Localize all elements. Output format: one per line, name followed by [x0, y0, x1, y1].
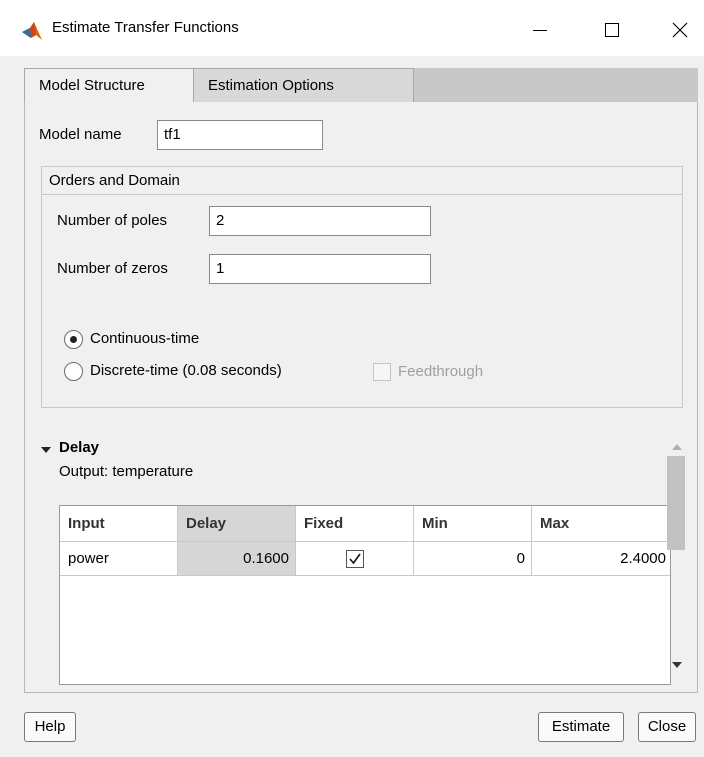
column-header-input[interactable]: Input [60, 506, 178, 542]
matlab-membrane-icon [22, 22, 42, 40]
number-of-zeros-input[interactable]: 1 [209, 254, 431, 284]
column-header-fixed[interactable]: Fixed [296, 506, 414, 542]
title-bar: Estimate Transfer Functions [0, 0, 704, 56]
maximize-icon [605, 23, 619, 37]
dialog-client-area: Model Structure Estimation Options Model… [0, 56, 704, 757]
tab-model-structure[interactable]: Model Structure [24, 68, 194, 104]
maximize-button[interactable] [592, 10, 632, 50]
number-of-zeros-label: Number of zeros [57, 260, 168, 277]
model-name-label: Model name [39, 126, 122, 143]
table-cell-fixed[interactable] [296, 542, 414, 576]
delay-section-header[interactable]: Delay [59, 439, 99, 456]
number-of-poles-label: Number of poles [57, 212, 168, 229]
orders-and-domain-group: Orders and Domain Number of poles 2 Numb… [41, 166, 683, 408]
close-window-button[interactable] [660, 10, 700, 50]
model-structure-panel: Model name tf1 Orders and Domain Number … [24, 102, 698, 693]
minimize-icon [533, 30, 547, 31]
continuous-time-radio[interactable] [64, 330, 83, 349]
scroll-thumb[interactable] [667, 456, 685, 550]
tab-estimation-options[interactable]: Estimation Options [194, 68, 414, 102]
table-cell-delay[interactable]: 0.1600 [178, 542, 296, 576]
continuous-time-label[interactable]: Continuous-time [90, 330, 199, 347]
feedthrough-label: Feedthrough [398, 363, 484, 380]
table-cell-input[interactable]: power [60, 542, 178, 576]
column-header-max[interactable]: Max [532, 506, 670, 542]
column-header-min[interactable]: Min [414, 506, 532, 542]
collapse-arrow-icon[interactable] [41, 447, 51, 453]
estimate-button[interactable]: Estimate [538, 712, 624, 742]
number-of-poles-input[interactable]: 2 [209, 206, 431, 236]
vertical-scrollbar[interactable] [663, 436, 691, 676]
radio-selected-dot [70, 336, 77, 343]
discrete-time-radio[interactable] [64, 362, 83, 381]
checkmark-icon [349, 553, 361, 565]
model-name-input[interactable]: tf1 [157, 120, 323, 150]
column-header-delay[interactable]: Delay [178, 506, 296, 542]
minimize-button[interactable] [520, 10, 560, 50]
close-icon [672, 22, 688, 38]
table-cell-min[interactable]: 0 [414, 542, 532, 576]
table-cell-max[interactable]: 2.4000 [532, 542, 670, 576]
delay-table: Input Delay Fixed Min Max power 0.1600 0… [59, 505, 671, 685]
window-title: Estimate Transfer Functions [52, 19, 239, 36]
fixed-checkbox[interactable] [346, 550, 364, 568]
output-label: Output: temperature [59, 463, 194, 480]
help-button[interactable]: Help [24, 712, 76, 742]
scroll-down-arrow-icon[interactable] [672, 662, 682, 668]
feedthrough-checkbox[interactable] [373, 363, 391, 381]
scroll-up-arrow-icon[interactable] [672, 444, 682, 450]
discrete-time-label[interactable]: Discrete-time (0.08 seconds) [90, 362, 282, 379]
close-button[interactable]: Close [638, 712, 696, 742]
tab-strip: Model Structure Estimation Options [24, 68, 698, 104]
orders-and-domain-header: Orders and Domain [42, 167, 682, 195]
